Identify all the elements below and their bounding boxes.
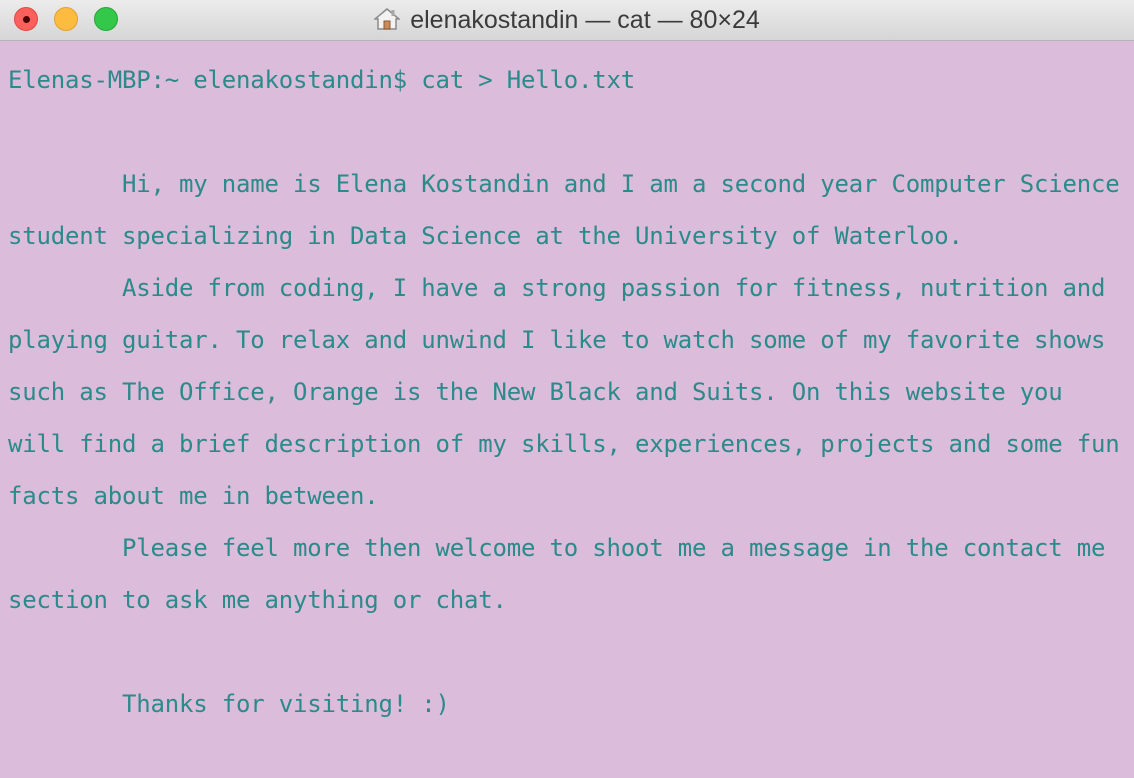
terminal-content[interactable]: Elenas-MBP:~ elenakostandin$ cat > Hello… [8,44,1126,778]
title-bar[interactable]: elenakostandin — cat — 80×24 [0,0,1134,41]
terminal-line: Hi, my name is Elena Kostandin and I am … [8,170,1120,198]
terminal-line: will find a brief description of my skil… [8,430,1120,458]
terminal-window: elenakostandin — cat — 80×24 Elenas-MBP:… [0,0,1134,778]
terminal-line: playing guitar. To relax and unwind I li… [8,326,1106,354]
terminal-line: facts about me in between. [8,482,379,510]
terminal-line: student specializing in Data Science at … [8,222,963,250]
terminal-line: Please feel more then welcome to shoot m… [8,534,1106,562]
terminal-line: Aside from coding, I have a strong passi… [8,274,1106,302]
terminal-line: such as The Office, Orange is the New Bl… [8,378,1063,406]
terminal-line: section to ask me anything or chat. [8,586,507,614]
window-title-container: elenakostandin — cat — 80×24 [0,0,1134,40]
home-icon [373,7,402,31]
terminal-line-prompt: Elenas-MBP:~ elenakostandin$ cat > Hello… [8,66,635,94]
window-title: elenakostandin — cat — 80×24 [410,5,760,34]
terminal-line: Thanks for visiting! :) [8,690,450,718]
